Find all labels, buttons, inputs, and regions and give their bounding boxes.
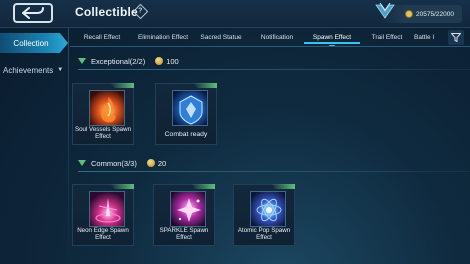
tab-battle[interactable]: Battle I — [414, 28, 446, 46]
combat-ready-icon — [172, 90, 208, 126]
section-title: Exceptional(2/2) — [91, 56, 146, 66]
neon-edge-icon — [89, 191, 125, 227]
sidebar-item-collection[interactable]: Collection — [0, 33, 68, 53]
tab-underline-rule — [70, 46, 470, 47]
section-marker-icon — [78, 160, 86, 166]
sidebar-divider — [68, 28, 69, 264]
points-icon — [155, 57, 164, 65]
card-corner-accent — [193, 83, 217, 88]
filter-button[interactable] — [448, 30, 464, 45]
section-divider — [78, 171, 470, 172]
section-points: 20 — [146, 158, 167, 168]
soul-vessels-icon — [89, 90, 125, 126]
coin-icon — [405, 10, 414, 18]
atomic-pop-icon — [250, 191, 286, 227]
sidebar-item-label: Achievements — [3, 65, 54, 75]
collection-points-amount: 20575/22000 — [416, 10, 454, 18]
points-icon — [146, 159, 155, 167]
emblem-icon — [375, 2, 395, 19]
collectible-card-soul-vessels[interactable]: Soul Vessels Spawn Effect — [72, 83, 134, 145]
section-points-value: 20 — [157, 158, 167, 168]
card-label: Neon Edge Spawn Effect — [77, 227, 129, 241]
tab-notification[interactable]: Notification — [250, 28, 304, 46]
section-title: Common(3/3) — [91, 158, 137, 168]
section-points: 100 — [155, 57, 179, 66]
card-corner-accent — [110, 83, 134, 88]
collection-points-badge: 20575/22000 — [375, 2, 462, 23]
card-label: Atomic Pop Spawn Effect — [237, 227, 291, 241]
tab-bar: Recall Effect Elimination Effect Sacred … — [70, 28, 446, 46]
section-header-exceptional: Exceptional(2/2) 100 — [78, 55, 179, 67]
section-header-common: Common(3/3) 20 — [78, 157, 166, 169]
card-corner-accent — [271, 184, 295, 189]
collectible-card-sparkle[interactable]: SPARKLE Spawn Effect — [153, 184, 215, 246]
collectible-card-combat-ready[interactable]: Combat ready — [155, 83, 217, 145]
chevron-down-icon: ▼ — [57, 67, 64, 73]
tab-spawn-effect[interactable]: Spawn Effect — [304, 28, 360, 46]
section-marker-icon — [78, 58, 86, 64]
sparkle-icon — [170, 191, 206, 227]
sidebar-item-achievements[interactable]: Achievements ▼ — [3, 64, 67, 76]
filter-icon — [451, 33, 461, 42]
collectible-card-atomic-pop[interactable]: Atomic Pop Spawn Effect — [233, 184, 295, 246]
tab-recall-effect[interactable]: Recall Effect — [70, 28, 134, 46]
section-points-value: 100 — [166, 56, 179, 66]
card-label: Combat ready — [164, 131, 208, 138]
top-bar: Collectible ? 20575/22000 — [0, 0, 470, 28]
tab-sacred-statue[interactable]: Sacred Statue — [192, 28, 250, 46]
tab-trail-effect[interactable]: Trail Effect — [360, 28, 414, 46]
back-button[interactable] — [13, 3, 53, 23]
card-corner-accent — [110, 184, 134, 189]
tab-elimination-effect[interactable]: Elimination Effect — [134, 28, 192, 46]
back-arrow-icon — [22, 7, 44, 19]
card-label: SPARKLE Spawn Effect — [159, 227, 209, 241]
card-corner-accent — [191, 184, 215, 189]
collectible-card-neon-edge[interactable]: Neon Edge Spawn Effect — [72, 184, 134, 246]
info-symbol: ? — [138, 8, 143, 15]
card-label: Soul Vessels Spawn Effect — [74, 126, 132, 140]
page-title: Collectible — [75, 5, 138, 19]
section-divider — [78, 69, 470, 70]
